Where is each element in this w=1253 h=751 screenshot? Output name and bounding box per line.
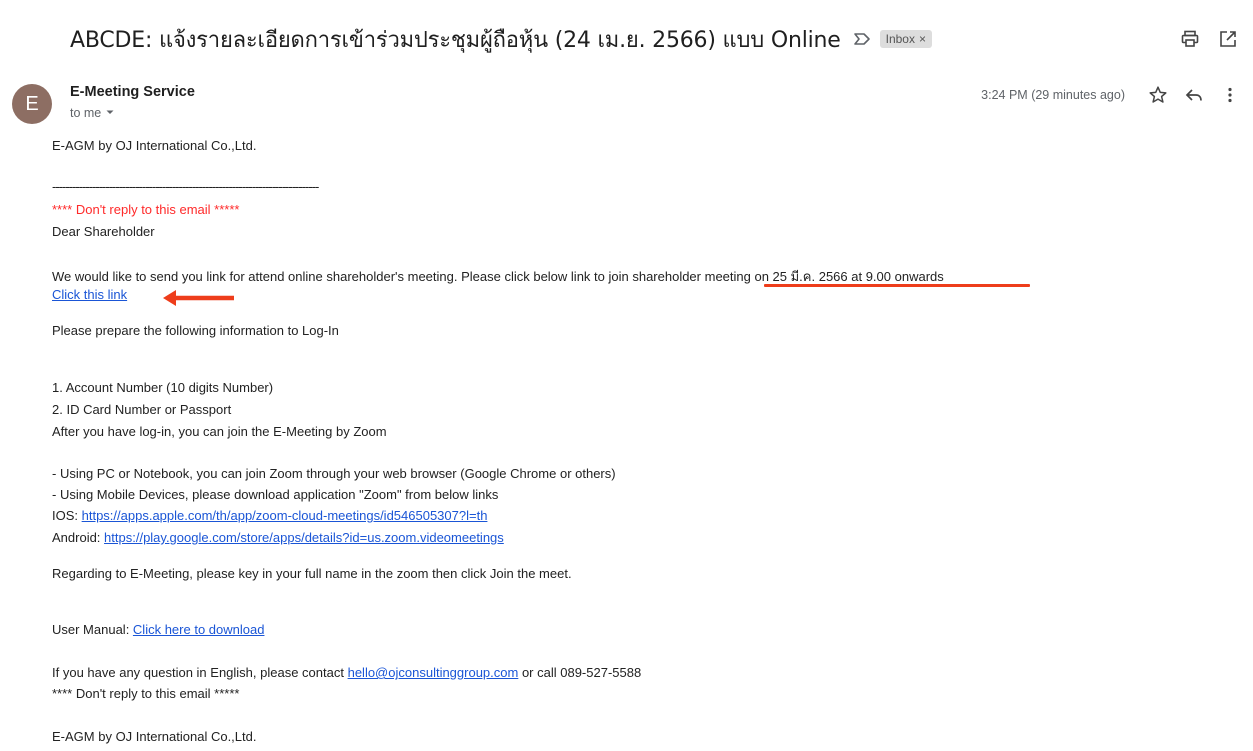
ios-app-link[interactable]: https://apps.apple.com/th/app/zoom-cloud… (82, 508, 488, 523)
join-link-line: Click this link (52, 287, 127, 302)
star-icon[interactable] (1147, 84, 1169, 106)
contact-text: If you have any question in English, ple… (52, 665, 348, 680)
user-manual-label: User Manual: (52, 622, 133, 637)
recipient-dropdown[interactable]: to me (70, 106, 115, 120)
android-label: Android: (52, 530, 105, 545)
after-login-text: After you have log-in, you can join the … (52, 424, 387, 439)
sender-name[interactable]: E-Meeting Service (70, 84, 195, 100)
intro-text: We would like to send you link for atten… (52, 269, 705, 284)
regarding-text: Regarding to E-Meeting, please key in yo… (52, 566, 572, 581)
meeting-date-text: meeting on 25 มี.ค. 2566 at 9.00 onwards (704, 269, 944, 284)
recipient-text: to me (70, 106, 102, 120)
message-timestamp: 3:24 PM (29 minutes ago) (981, 88, 1125, 102)
pc-instructions: - Using PC or Notebook, you can join Zoo… (52, 466, 616, 481)
no-reply-warning-top: **** Don't reply to this email ***** (52, 202, 240, 217)
greeting: Dear Shareholder (52, 224, 155, 239)
company-signature-top: E-AGM by OJ International Co.,Ltd. (52, 138, 257, 153)
list-item: 2. ID Card Number or Passport (52, 402, 232, 417)
ios-label: IOS: (52, 508, 82, 523)
contact-email-link[interactable]: hello@ojconsultinggroup.com (348, 665, 519, 680)
chevron-down-icon (105, 106, 115, 120)
more-vert-icon[interactable] (1219, 84, 1241, 106)
user-manual-line: User Manual: Click here to download (52, 622, 264, 637)
remove-label-button[interactable]: × (919, 32, 926, 46)
sender-avatar[interactable]: E (12, 84, 52, 124)
inbox-label-text: Inbox (885, 32, 915, 46)
ios-link-line: IOS: https://apps.apple.com/th/app/zoom-… (52, 508, 487, 523)
annotation-underline (764, 284, 1030, 287)
annotation-arrow-icon (160, 287, 236, 314)
separator-line: ----------------------------------------… (52, 179, 319, 194)
print-icon[interactable] (1179, 28, 1201, 50)
mobile-instructions: - Using Mobile Devices, please download … (52, 487, 499, 502)
list-item: 1. Account Number (10 digits Number) (52, 380, 274, 395)
company-signature-bottom: E-AGM by OJ International Co.,Ltd. (52, 729, 257, 744)
message-meta: 3:24 PM (29 minutes ago) (981, 84, 1241, 106)
email-subject-row: ABCDE: แจ้งรายละเอียดการเข้าร่วมประชุมผู… (70, 22, 932, 56)
contact-line: If you have any question in English, ple… (52, 665, 641, 680)
prepare-instructions: Please prepare the following information… (52, 323, 339, 338)
inbox-label-chip[interactable]: Inbox × (879, 30, 932, 48)
email-subject: ABCDE: แจ้งรายละเอียดการเข้าร่วมประชุมผู… (70, 27, 841, 53)
android-link-line: Android: https://play.google.com/store/a… (52, 530, 504, 545)
no-reply-warning-bottom: **** Don't reply to this email ***** (52, 686, 240, 701)
open-in-new-icon[interactable] (1217, 28, 1239, 50)
thread-actions (1179, 28, 1239, 50)
android-app-link[interactable]: https://play.google.com/store/apps/detai… (104, 530, 504, 545)
contact-phone-text: or call 089-527-5588 (518, 665, 642, 680)
reply-icon[interactable] (1183, 84, 1205, 106)
join-meeting-link[interactable]: Click this link (52, 287, 127, 302)
important-marker-icon[interactable] (853, 32, 871, 46)
user-manual-link[interactable]: Click here to download (133, 622, 265, 637)
